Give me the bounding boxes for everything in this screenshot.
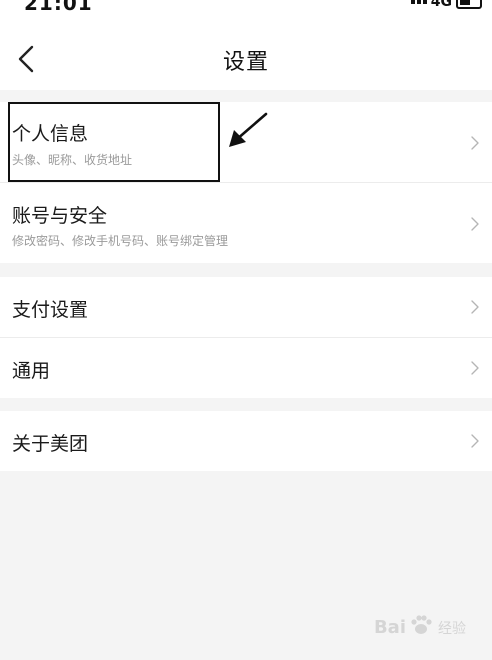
settings-group-about: 关于美团 [0,411,492,471]
row-subtitle: 修改密码、修改手机号码、账号绑定管理 [12,234,229,248]
settings-row-account-security[interactable]: 账号与安全 修改密码、修改手机号码、账号绑定管理 [0,182,492,263]
chevron-right-icon [471,217,479,231]
watermark-brand-left: Bai [373,617,406,638]
row-title: 个人信息 [12,123,89,145]
paw-icon [411,615,432,634]
row-subtitle: 头像、昵称、收货地址 [12,153,133,167]
settings-row-payment[interactable]: 支付设置 [0,277,492,337]
settings-row-about[interactable]: 关于美团 [0,411,492,471]
settings-group-account: 个人信息 头像、昵称、收货地址 账号与安全 修改密码、修改手机号码、账号绑定管理 [0,102,492,263]
chevron-right-icon [471,434,479,448]
settings-row-personal-info[interactable]: 个人信息 头像、昵称、收货地址 [0,102,492,182]
battery-icon [456,0,482,9]
chevron-right-icon [471,300,479,314]
row-title: 支付设置 [12,299,89,321]
status-time: 21:01 [24,0,93,14]
chevron-right-icon [471,136,479,150]
settings-group-general: 支付设置 通用 [0,277,492,398]
chevron-right-icon [471,361,479,375]
page-title: 设置 [222,50,269,75]
row-title: 通用 [12,360,51,382]
settings-row-general[interactable]: 通用 [0,337,492,398]
network-label: 4G [430,0,452,10]
row-title: 账号与安全 [12,205,108,227]
signal-icon [410,0,427,4]
status-bar: 21:01 4G [0,0,492,14]
nav-bar: 设置 [0,14,492,90]
watermark-brand-right: 经验 [438,621,466,637]
baidu-watermark: Bai 经验 [374,612,466,638]
status-indicators: 4G [410,0,482,10]
row-title: 关于美团 [12,433,89,455]
